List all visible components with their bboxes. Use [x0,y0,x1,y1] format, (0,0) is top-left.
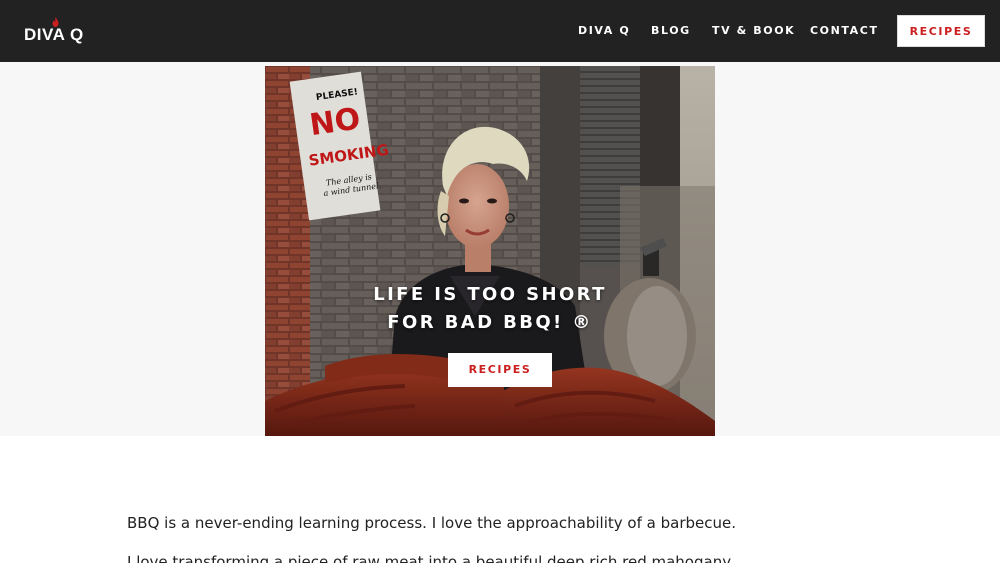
hero-tagline-line2: FOR BAD BBQ! ® [387,312,593,333]
nav-recipes-button[interactable]: RECIPES [897,15,985,47]
hero-section: PLEASE! NO SMOKING The alley is a wind t… [0,62,1000,436]
hero-tagline-line1: LIFE IS TOO SHORT [373,284,607,305]
hero-recipes-button[interactable]: RECIPES [448,353,552,387]
logo-text: DIVA Q [24,25,84,44]
nav-item-tv-book[interactable]: TV & BOOK [712,24,795,37]
nav-item-contact[interactable]: CONTACT [810,24,879,37]
hero-recipes-label: RECIPES [468,363,532,376]
intro-paragraph-2: I love transforming a piece of raw meat … [127,553,732,563]
nav-item-diva-q[interactable]: DIVA Q [578,24,630,37]
site-header: DIVA Q DIVA Q BLOG TV & BOOK CONTACT REC… [0,0,1000,62]
nav-item-blog[interactable]: BLOG [651,24,691,37]
nav-recipes-label: RECIPES [909,25,973,38]
intro-paragraph: BBQ is a never-ending learning process. … [127,514,736,532]
